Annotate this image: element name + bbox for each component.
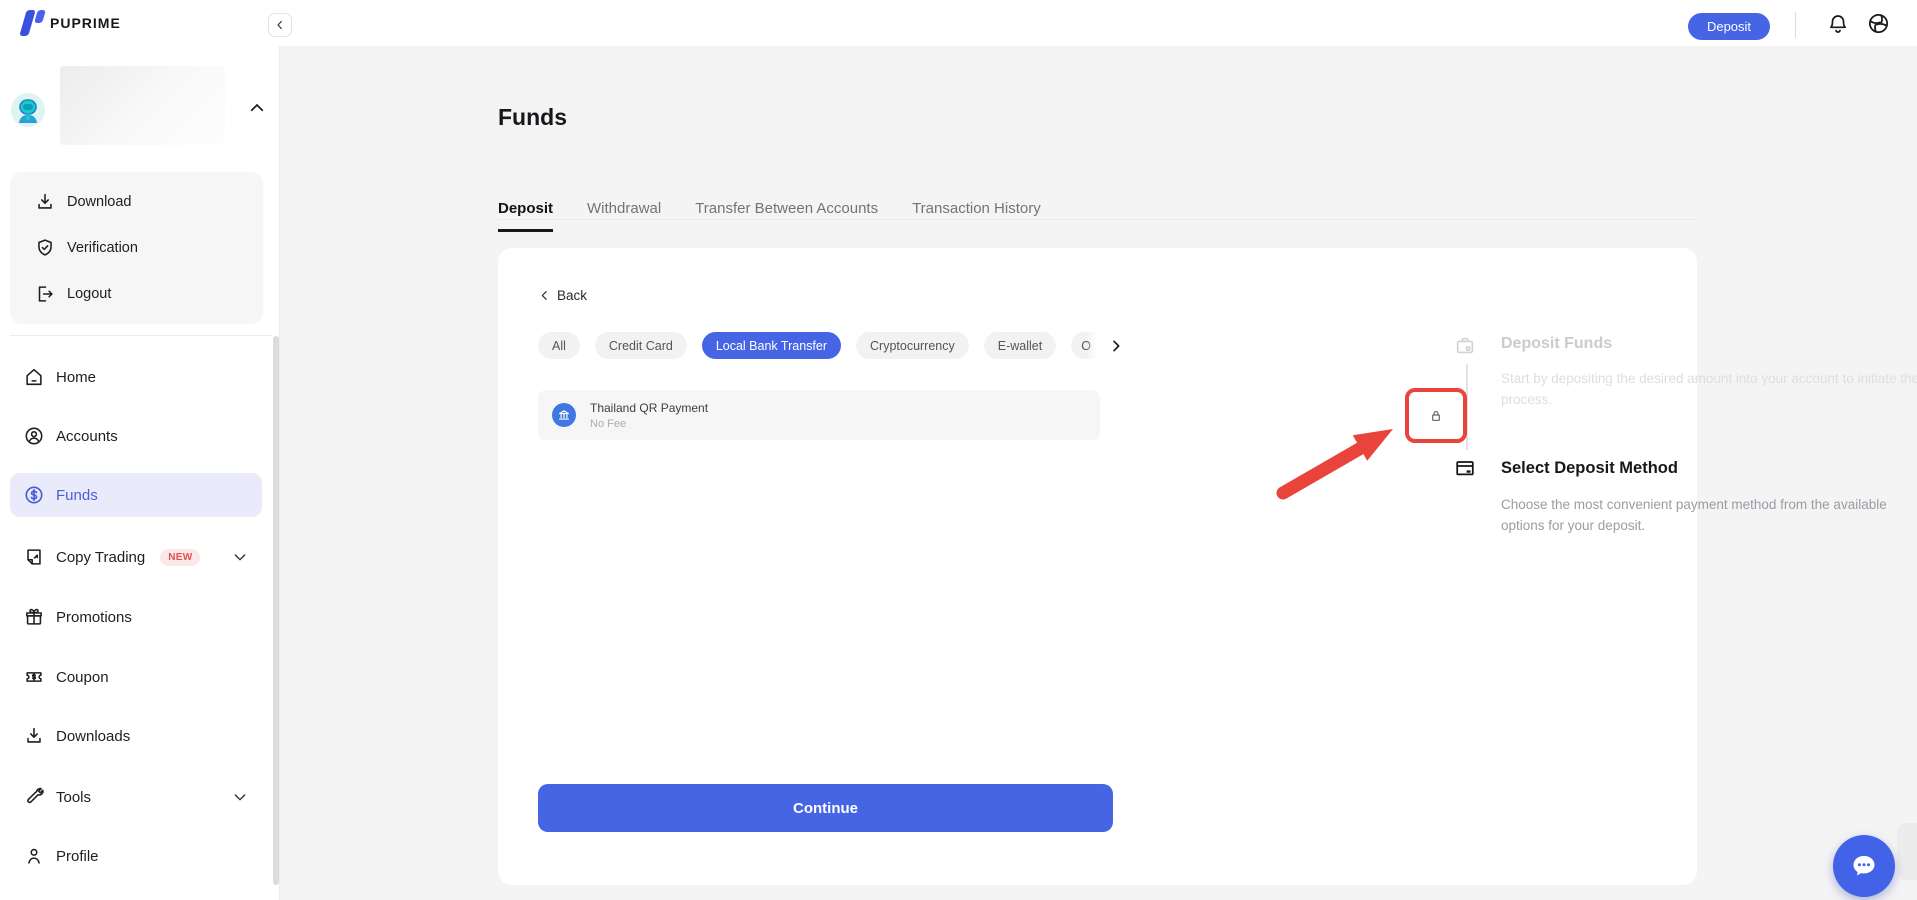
tab-transaction-history[interactable]: Transaction History [912,200,1041,232]
logo-bar [34,10,46,23]
filter-chip-all[interactable]: All [538,332,580,359]
sidebar-item-label: Promotions [56,609,132,626]
back-label: Back [557,288,587,303]
continue-button[interactable]: Continue [538,784,1113,832]
select-deposit-method-step-icon [1454,457,1476,479]
brand-name: PUPRIME [50,15,121,31]
notifications-bell-icon[interactable] [1826,12,1850,36]
wrench-icon [23,786,45,808]
sidebar-item-label: Funds [56,487,98,504]
sidebar: Download Verification Logout Home [0,46,279,900]
payment-method-thailand-qr[interactable]: Thailand QR Payment No Fee [538,390,1100,440]
new-badge: NEW [160,549,200,566]
sidebar-item-label: Profile [56,848,99,865]
filter-chip-credit-card[interactable]: Credit Card [595,332,687,359]
method-text: Thailand QR Payment No Fee [590,401,708,430]
shield-check-icon [34,237,56,259]
chevron-left-icon [274,19,286,31]
sidebar-item-label: Logout [67,286,111,302]
topbar-divider [1795,12,1796,38]
sidebar-item-label: Coupon [56,669,109,686]
avatar[interactable] [11,93,45,127]
sidebar-border [279,0,280,900]
gift-icon [23,606,45,628]
filter-chip-others-clipped[interactable]: O [1071,332,1097,359]
chevron-down-icon [232,789,248,805]
sidebar-item-label: Accounts [56,428,118,445]
filter-chip-cryptocurrency[interactable]: Cryptocurrency [856,332,969,359]
sidebar-item-funds[interactable]: Funds [10,473,262,517]
logo-bar [19,10,35,36]
account-actions-card: Download Verification Logout [10,172,263,324]
filter-chip-local-bank-transfer[interactable]: Local Bank Transfer [702,332,841,359]
page-title: Funds [498,104,567,131]
step-title-deposit-funds: Deposit Funds [1501,335,1612,353]
annotation-highlight-box [1405,388,1467,443]
step-description-select-deposit-method: Choose the most convenient payment metho… [1501,494,1917,536]
sidebar-item-promotions[interactable]: Promotions [10,595,262,639]
profile-icon [23,845,45,867]
sidebar-item-label: Downloads [56,728,130,745]
funds-icon [23,484,45,506]
accounts-icon [23,425,45,447]
method-fee: No Fee [590,418,708,430]
app-root: PUPRIME Deposit [0,0,1917,900]
coupon-ticket-icon [23,666,45,688]
bank-icon [552,403,576,427]
annotation-arrow [1273,421,1403,503]
sidebar-item-label: Home [56,369,96,386]
chevron-left-icon [538,289,551,302]
back-link[interactable]: Back [538,288,587,303]
sidebar-item-home[interactable]: Home [10,355,262,399]
deposit-funds-step-icon [1454,335,1476,357]
copy-trading-icon [23,546,45,568]
sidebar-item-coupon[interactable]: Coupon [10,655,262,699]
filter-chip-ewallet[interactable]: E-wallet [984,332,1056,359]
sidebar-section-divider [10,335,272,336]
deposit-button[interactable]: Deposit [1688,13,1770,40]
download-icon [23,725,45,747]
sidebar-item-label: Download [67,194,132,210]
live-chat-button[interactable] [1833,835,1895,897]
step-title-select-deposit-method: Select Deposit Method [1501,459,1678,478]
sidebar-collapse-button[interactable] [268,13,292,37]
tab-transfer-between-accounts[interactable]: Transfer Between Accounts [695,200,878,232]
tabs-divider [498,219,1697,220]
chevron-right-icon[interactable] [1108,338,1124,354]
funds-tabs: Deposit Withdrawal Transfer Between Acco… [498,200,1041,232]
sidebar-scrollbar[interactable] [273,336,279,885]
tab-withdrawal[interactable]: Withdrawal [587,200,661,232]
account-name-placeholder [60,66,225,145]
tab-deposit[interactable]: Deposit [498,200,553,232]
step-description-deposit-funds: Start by depositing the desired amount i… [1501,368,1917,410]
sidebar-item-logout[interactable]: Logout [10,274,263,314]
chevron-up-icon[interactable] [248,99,266,117]
sidebar-item-label: Verification [67,240,138,256]
sidebar-item-label: Tools [56,789,91,806]
language-globe-icon[interactable] [1866,11,1891,36]
sidebar-item-downloads[interactable]: Downloads [10,714,262,758]
logout-icon [34,283,56,305]
sidebar-item-verification[interactable]: Verification [10,228,263,268]
main-content: Funds Deposit Withdrawal Transfer Betwee… [280,46,1917,900]
home-icon [23,366,45,388]
puprime-logo-icon [16,8,48,38]
sidebar-item-label: Copy Trading [56,549,145,566]
chat-icon [1848,850,1880,882]
sidebar-item-profile[interactable]: Profile [10,834,262,878]
download-icon [34,191,56,213]
sidebar-item-tools[interactable]: Tools [10,775,262,819]
payment-filter-chips: All Credit Card Local Bank Transfer Cryp… [538,332,1124,359]
sidebar-item-accounts[interactable]: Accounts [10,414,262,458]
deposit-panel: Back All Credit Card Local Bank Transfer… [498,248,1697,885]
chevron-down-icon [232,549,248,565]
method-name: Thailand QR Payment [590,401,708,415]
sidebar-item-copy-trading[interactable]: Copy Trading NEW [10,535,262,579]
lock-icon [1428,408,1444,424]
chat-widget-edge [1897,823,1917,880]
sidebar-item-download[interactable]: Download [10,182,263,222]
